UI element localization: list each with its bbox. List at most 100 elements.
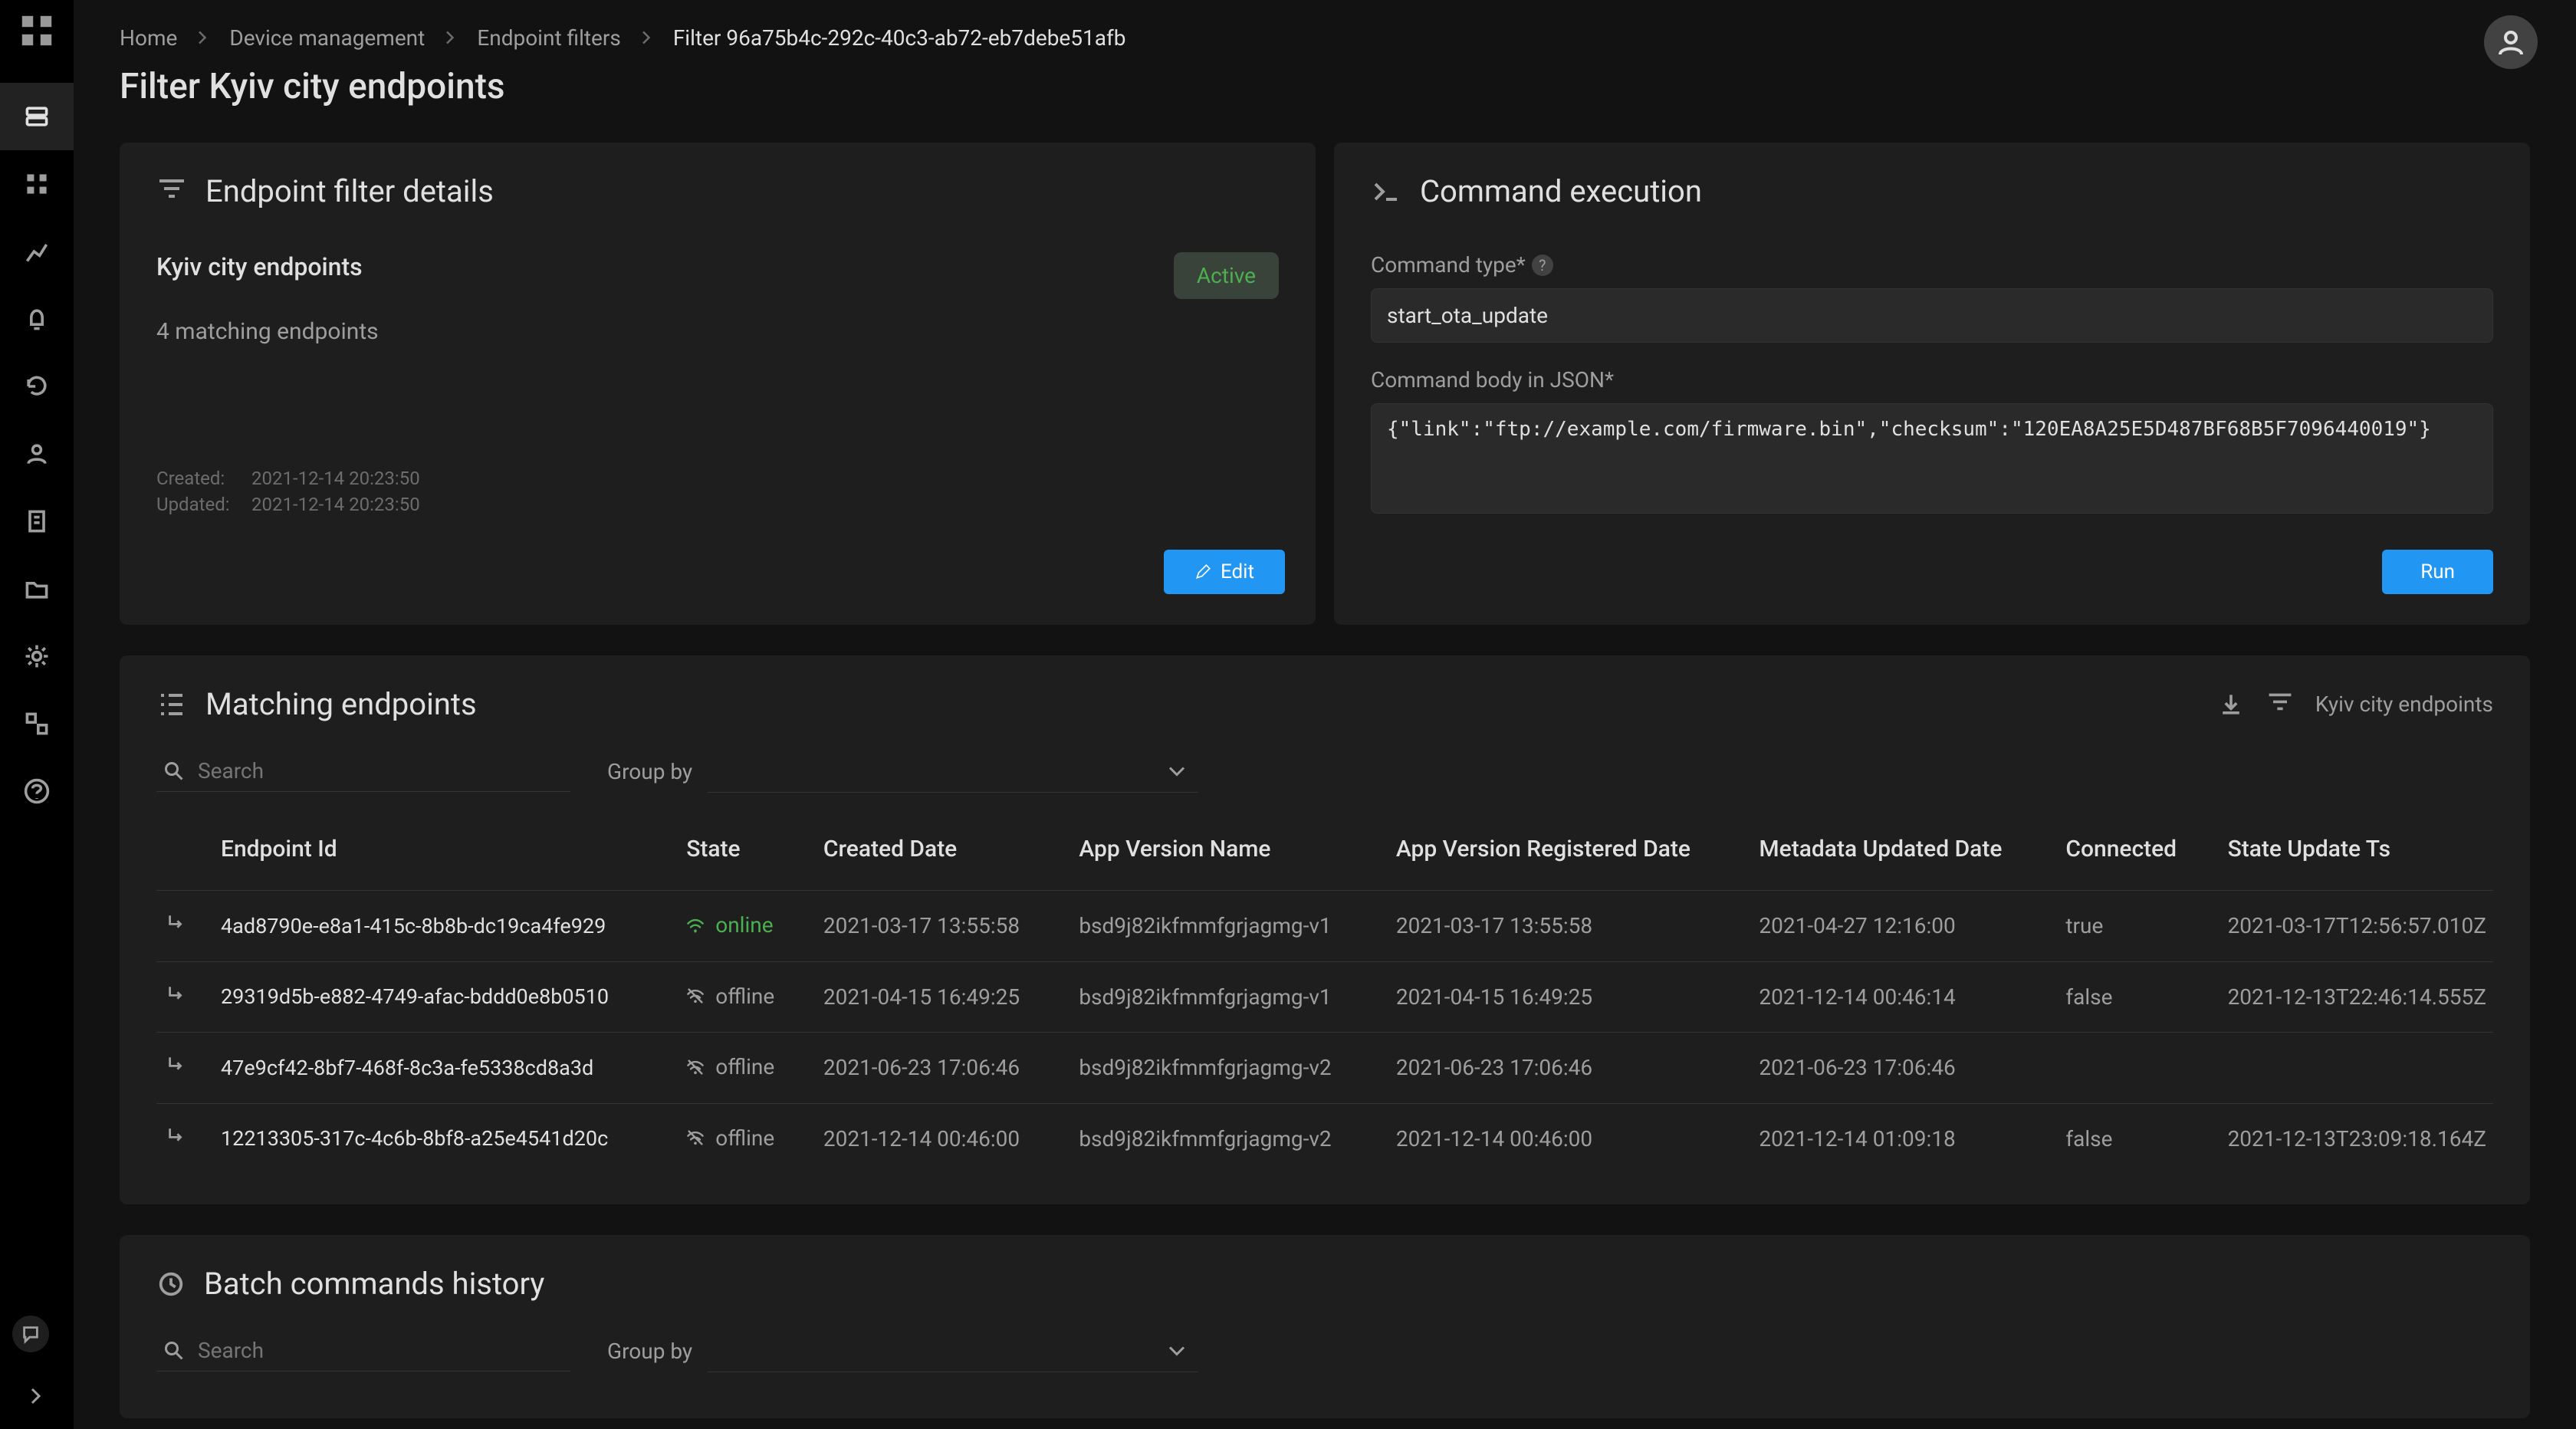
command-type-input[interactable] (1371, 288, 2493, 343)
cell-app-version-name: bsd9j82ikfmmfgrjagmg-v1 (1060, 891, 1378, 962)
edit-button[interactable]: Edit (1164, 550, 1285, 594)
col-state-update-ts[interactable]: State Update Ts (2210, 808, 2493, 891)
nav-device-management[interactable] (0, 83, 74, 150)
nav-files[interactable] (0, 555, 74, 623)
group-by-select[interactable] (708, 750, 1198, 793)
col-connected[interactable]: Connected (2047, 808, 2209, 891)
table-row[interactable]: 4ad8790e-e8a1-415c-8b8b-dc19ca4fe929 onl… (156, 891, 2493, 962)
subdir-icon (166, 1054, 187, 1076)
breadcrumb-home[interactable]: Home (120, 25, 177, 51)
wifi-off-icon (686, 1058, 705, 1076)
created-label: Created: (156, 468, 233, 489)
cell-state: offline (668, 1033, 805, 1104)
endpoints-table: Endpoint Id State Created Date App Versi… (156, 808, 2493, 1174)
cell-app-version-registered-date: 2021-12-14 00:46:00 (1378, 1103, 1741, 1174)
sidebar-expand-toggle[interactable] (28, 1385, 46, 1411)
cell-state: offline (668, 961, 805, 1033)
breadcrumb-device-management[interactable]: Device management (229, 25, 425, 51)
cell-app-version-registered-date: 2021-04-15 16:49:25 (1378, 961, 1741, 1033)
wifi-off-icon (686, 1128, 705, 1147)
subdir-icon (166, 984, 187, 1005)
cell-state: online (668, 891, 805, 962)
table-row[interactable]: 47e9cf42-8bf7-468f-8c3a-fe5338cd8a3d off… (156, 1033, 2493, 1104)
chevron-down-icon (1168, 1342, 1186, 1360)
cell-state-update-ts (2210, 1033, 2493, 1104)
cell-state-update-ts: 2021-12-13T22:46:14.555Z (2210, 961, 2493, 1033)
group-by-label: Group by (607, 759, 692, 784)
nav-alerts[interactable] (0, 285, 74, 353)
status-badge: Active (1174, 252, 1279, 299)
panel-filter-details: Endpoint filter details Kyiv city endpoi… (120, 143, 1316, 625)
cell-endpoint-id: 4ad8790e-e8a1-415c-8b8b-dc19ca4fe929 (202, 891, 668, 962)
col-created-date[interactable]: Created Date (805, 808, 1060, 891)
nav-applications[interactable] (0, 150, 74, 218)
cell-created-date: 2021-06-23 17:06:46 (805, 1033, 1060, 1104)
download-icon[interactable] (2217, 691, 2245, 718)
col-metadata-updated-date[interactable]: Metadata Updated Date (1740, 808, 2047, 891)
user-avatar[interactable] (2484, 15, 2538, 69)
nav-users[interactable] (0, 420, 74, 488)
chevron-down-icon (1168, 762, 1186, 780)
cell-created-date: 2021-03-17 13:55:58 (805, 891, 1060, 962)
user-icon (2496, 27, 2526, 57)
batch-search-box[interactable] (156, 1330, 570, 1372)
cell-connected: false (2047, 961, 2209, 1033)
cell-endpoint-id: 12213305-317c-4c6b-8bf8-a25e4541d20c (202, 1103, 668, 1174)
nav-updates[interactable] (0, 353, 74, 420)
updated-value: 2021-12-14 20:23:50 (251, 494, 420, 515)
cell-created-date: 2021-12-14 00:46:00 (805, 1103, 1060, 1174)
nav-analytics[interactable] (0, 218, 74, 285)
chevron-right-icon (443, 30, 458, 45)
terminal-icon (1371, 176, 1401, 207)
run-button[interactable]: Run (2382, 550, 2493, 594)
panel-command-execution: Command execution Command type* ? Comman… (1334, 143, 2530, 625)
nav-settings[interactable] (0, 623, 74, 690)
table-row[interactable]: 29319d5b-e882-4749-afac-bddd0e8b0510 off… (156, 961, 2493, 1033)
batch-group-by-select[interactable] (708, 1329, 1198, 1372)
search-box[interactable] (156, 751, 570, 792)
nav-extensions[interactable] (0, 690, 74, 757)
edit-button-label: Edit (1221, 560, 1254, 583)
cell-connected: true (2047, 891, 2209, 962)
matching-count: 4 matching endpoints (156, 318, 379, 345)
col-state[interactable]: State (668, 808, 805, 891)
search-input[interactable] (198, 758, 564, 783)
sidebar (0, 0, 74, 1429)
command-type-label: Command type* (1371, 252, 1526, 278)
cell-metadata-updated-date: 2021-04-27 12:16:00 (1740, 891, 2047, 962)
cell-state: offline (668, 1103, 805, 1174)
nav-tenants[interactable] (0, 488, 74, 555)
pencil-icon (1194, 563, 1211, 580)
page-title: Filter Kyiv city endpoints (120, 66, 2530, 107)
batch-search-input[interactable] (198, 1338, 564, 1363)
col-endpoint-id[interactable]: Endpoint Id (202, 808, 668, 891)
subdir-icon (166, 1125, 187, 1147)
panel-matching-endpoints: Matching endpoints Kyiv city endpoints G (120, 655, 2530, 1204)
cell-app-version-name: bsd9j82ikfmmfgrjagmg-v2 (1060, 1033, 1378, 1104)
table-row[interactable]: 12213305-317c-4c6b-8bf8-a25e4541d20c off… (156, 1103, 2493, 1174)
command-execution-title: Command execution (1420, 173, 1702, 209)
nav-help[interactable] (0, 757, 74, 825)
cell-app-version-registered-date: 2021-03-17 13:55:58 (1378, 891, 1741, 962)
cell-metadata-updated-date: 2021-06-23 17:06:46 (1740, 1033, 2047, 1104)
list-icon (156, 689, 187, 720)
breadcrumb-endpoint-filters[interactable]: Endpoint filters (477, 25, 621, 51)
cell-connected: false (2047, 1103, 2209, 1174)
chevron-right-icon (196, 30, 211, 45)
search-icon (163, 1339, 186, 1362)
created-value: 2021-12-14 20:23:50 (251, 468, 420, 489)
cell-app-version-name: bsd9j82ikfmmfgrjagmg-v1 (1060, 961, 1378, 1033)
col-app-version-registered-date[interactable]: App Version Registered Date (1378, 808, 1741, 891)
logo-icon[interactable] (15, 9, 58, 52)
help-icon[interactable]: ? (1532, 255, 1553, 276)
cell-endpoint-id: 29319d5b-e882-4749-afac-bddd0e8b0510 (202, 961, 668, 1033)
chat-bubble-icon[interactable] (12, 1316, 49, 1352)
chevron-right-icon (639, 30, 655, 45)
filter-icon[interactable] (2266, 691, 2294, 718)
cell-connected (2047, 1033, 2209, 1104)
command-body-textarea[interactable] (1371, 403, 2493, 514)
col-app-version-name[interactable]: App Version Name (1060, 808, 1378, 891)
wifi-icon (686, 916, 705, 935)
history-icon (156, 1270, 186, 1299)
cell-created-date: 2021-04-15 16:49:25 (805, 961, 1060, 1033)
